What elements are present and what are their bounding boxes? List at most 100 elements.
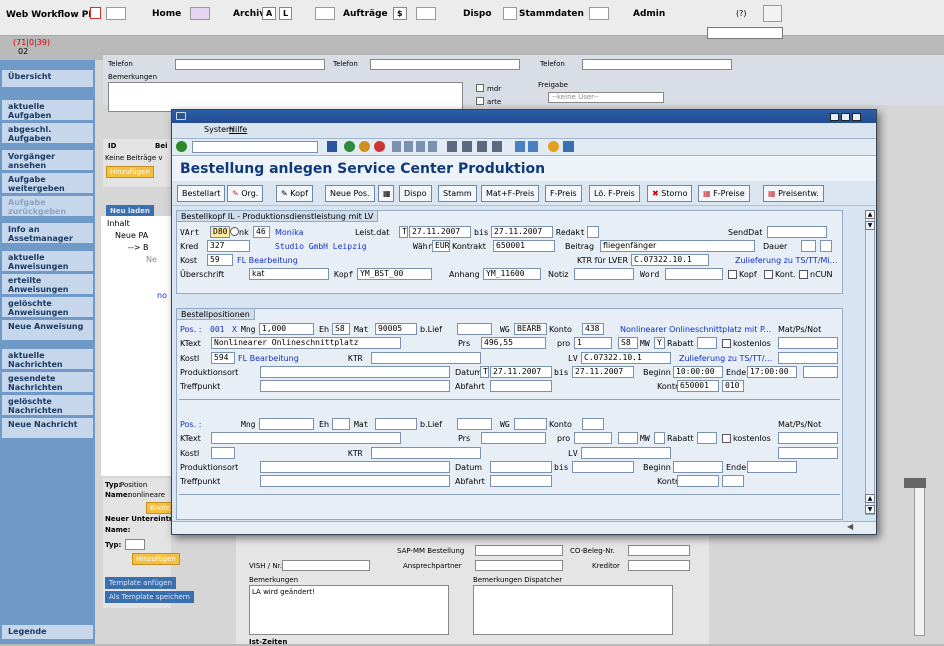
beitrag-input[interactable]: fliegenfänger [600,240,755,252]
matpsnot-input-5[interactable] [778,447,838,459]
pro-eh-input[interactable]: S8 [618,337,638,349]
pro-input-2[interactable] [574,432,612,444]
rabatt-input-2[interactable] [697,432,717,444]
leistdat-from[interactable]: 27.11.2007 [409,226,471,238]
dispo-button[interactable]: Dispo [399,185,432,202]
sidebar-item-vorgaenger[interactable]: Vorgänger ansehen [2,150,93,170]
close-icon[interactable] [852,113,861,121]
ktr-lv-input[interactable]: C.07322.10.1 [631,254,709,266]
help-link[interactable]: (?) [736,9,747,18]
nav-auftraege[interactable]: Aufträge [343,9,388,19]
edit-icon[interactable] [763,5,782,22]
kostl-input-2[interactable] [211,447,235,459]
kostenlos-checkbox-2[interactable] [722,434,731,443]
matpsnot-input[interactable] [778,337,838,349]
sidebar-item-legende[interactable]: Legende [2,625,93,639]
kontr-input[interactable]: 650001 [677,380,719,392]
beginn-input[interactable]: 10:00:00 [673,366,723,378]
mat-input-2[interactable] [375,418,417,430]
leistdat-to[interactable]: 27.11.2007 [491,226,553,238]
sidebar-item-aktuelle-nachrichten[interactable]: aktuelle Nachrichten [2,349,93,369]
sidebar-item-neue-anweisung[interactable]: Neue Anweisung [2,320,93,340]
nav-dollar-button[interactable]: $ [393,7,407,20]
vart-lookup-icon[interactable] [230,227,239,236]
datum-to-2[interactable] [572,461,634,473]
bemerkungen-textarea-2[interactable]: LA wird geändert! [249,585,449,635]
sidebar-item-neue-nachricht[interactable]: Neue Nachricht [2,418,93,438]
lv-input-2[interactable] [581,447,671,459]
panel-toggle-icon[interactable] [904,478,926,488]
link-input[interactable]: 46 [253,226,270,238]
notiz-input[interactable] [574,268,634,280]
neue-pos-button[interactable]: Neue Pos. [325,185,375,202]
hinzufuegen-button[interactable]: Hinzufügen [106,166,154,178]
arte-checkbox[interactable] [476,97,484,105]
dialog-vscrollbar[interactable] [865,210,875,515]
kopf-button[interactable]: ✎ Kopf [276,185,313,202]
hinzufuegen-button-2[interactable]: Hinzufügen [132,553,180,565]
nav-home[interactable]: Home [152,9,181,19]
bestellart-button[interactable]: Bestellart [177,185,226,202]
preisentw-button[interactable]: ▦ Preisentw. [763,185,824,202]
kont-checkbox[interactable] [764,270,773,279]
zulieferung-link[interactable]: Zulieferung zu TS/TT/Mi... [735,255,837,266]
cancel-icon[interactable] [374,141,385,152]
kontr-pos-input-2[interactable] [722,475,744,487]
kontrakt-input[interactable]: 650001 [493,240,555,252]
ende-input[interactable]: 17:00:00 [747,366,797,378]
enter-icon[interactable] [176,141,187,152]
eh-input-2[interactable] [332,418,350,430]
mng-input[interactable]: 1,000 [259,323,314,335]
nav-admin[interactable]: Admin [633,9,665,19]
tree-item-ne[interactable]: Ne [146,255,157,264]
konto-input-2[interactable] [582,418,604,430]
mw-input[interactable]: Y [654,337,665,349]
ncun-checkbox[interactable] [799,270,808,279]
back-icon[interactable] [344,141,355,152]
archive-icon[interactable] [190,7,210,20]
treffpunkt-input[interactable] [260,380,450,392]
stamm-button[interactable]: Stamm [438,185,477,202]
prs-input[interactable]: 496,55 [481,337,546,349]
kostenlos-checkbox[interactable] [722,339,731,348]
save-icon[interactable] [327,141,337,152]
storno-button[interactable]: ✖ Storno [647,185,693,202]
datum-type[interactable]: T [480,366,489,378]
print-find-icons[interactable] [392,141,440,152]
template-anfuegen-button[interactable]: Template anfügen [105,577,176,589]
mw-input-2[interactable] [654,432,665,444]
abfahrt-input-2[interactable] [490,475,552,487]
menu-hilfe[interactable]: Hilfe [229,125,247,134]
f-preise-button[interactable]: ▦ F-Preise [698,185,750,202]
pro-eh-input-2[interactable] [618,432,638,444]
kost-input[interactable]: 59 [207,254,233,266]
mat-input[interactable]: 90005 [375,323,417,335]
sidebar-item-geloeschte-nachrichten[interactable]: gelöschte Nachrichten [2,395,93,415]
sap-bestellung-input[interactable] [475,545,563,556]
ueberschrift-input[interactable]: kat [249,268,329,280]
session-icons[interactable] [515,141,541,152]
ktext-input[interactable]: Nonlinearer Onlineschnittplatz [211,337,401,349]
telefon-input-1[interactable] [175,59,325,70]
produktionsort-input-2[interactable] [260,461,450,473]
f-preis-button[interactable]: F-Preis [545,185,582,202]
anhang-input[interactable]: YM_11600 [483,268,541,280]
dispo-icon[interactable] [416,7,436,20]
global-search-input[interactable] [707,27,783,39]
stammdaten-icon[interactable] [503,7,517,20]
page-nav-icons[interactable] [447,141,507,152]
mat-f-preis-button[interactable]: Mat+F-Preis [481,185,540,202]
prs-input-2[interactable] [481,432,546,444]
co-beleg-input[interactable] [628,545,690,556]
mng-input-2[interactable] [259,418,314,430]
nav-dispo[interactable]: Dispo [463,9,492,19]
bemerkungen-dispatcher-textarea[interactable] [473,585,673,635]
mdr-checkbox[interactable] [476,84,484,92]
blief-input-2[interactable] [457,418,492,430]
sidebar-item-aktuelle-anweisungen[interactable]: aktuelle Anweisungen [2,251,93,271]
command-field[interactable] [192,141,318,153]
sidebar-item-uebersicht[interactable]: Übersicht [2,70,93,87]
freigabe-select[interactable]: --keine User-- [548,92,664,103]
nav-archiv[interactable]: Archiv [233,9,265,19]
tree-item-b[interactable]: --> B [128,243,149,252]
